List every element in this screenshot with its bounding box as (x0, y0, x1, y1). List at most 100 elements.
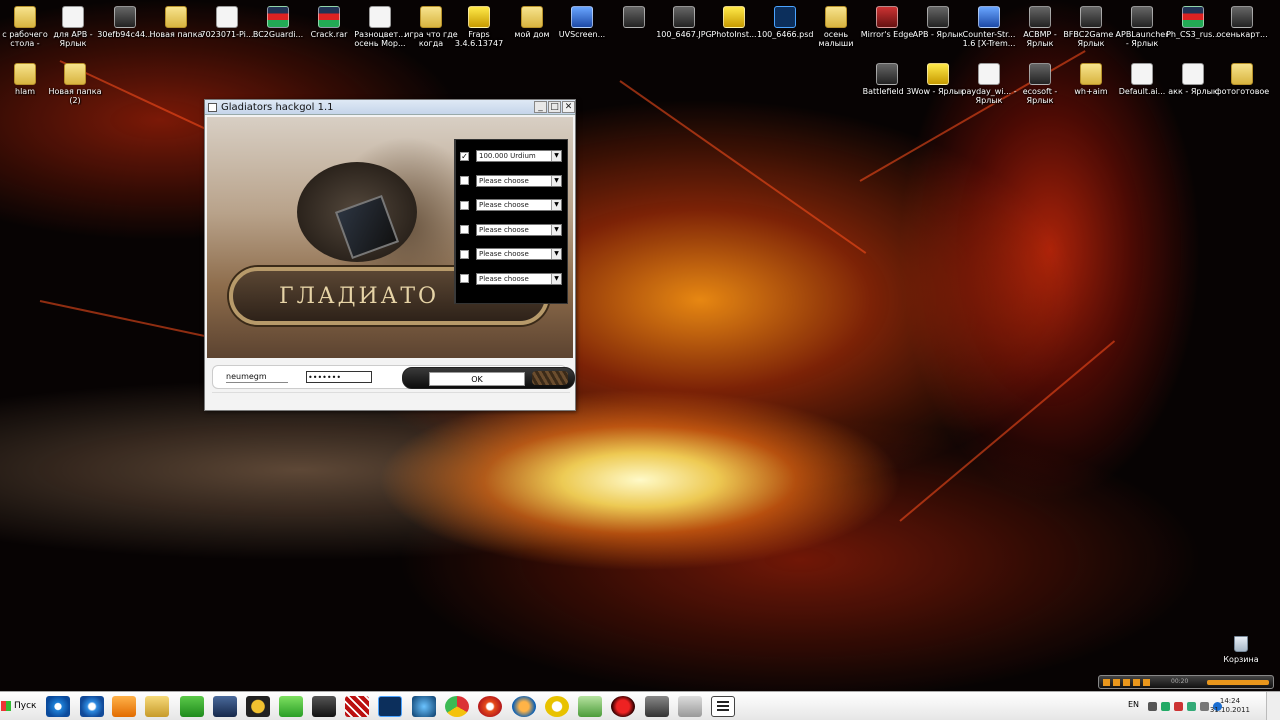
taskbar-screen-icon[interactable] (213, 696, 237, 717)
taskbar-red-app-icon[interactable] (611, 696, 635, 717)
desktop-icon[interactable]: APBLauncher - Ярлык (1114, 2, 1170, 48)
desktop-icon[interactable]: акк - Ярлык (1165, 59, 1221, 96)
tray-app-icon[interactable] (1174, 702, 1183, 711)
desktop-icon[interactable]: hlam (0, 59, 53, 96)
minimize-button[interactable]: _ (534, 100, 547, 113)
option-dropdown[interactable]: Please choose ▼ (476, 223, 562, 236)
taskbar-hack-window-button[interactable] (711, 696, 735, 717)
taskbar-media-player-icon[interactable] (112, 696, 136, 717)
chevron-down-icon[interactable]: ▼ (551, 151, 561, 161)
taskbar-firefox-icon[interactable] (512, 696, 536, 717)
close-button[interactable]: ✕ (562, 100, 575, 113)
desktop-icon[interactable]: ACBMP - Ярлык (1012, 2, 1068, 48)
option-dropdown[interactable]: 100.000 Urdium ▼ (476, 150, 562, 162)
tray-arrow-icon[interactable] (1148, 702, 1157, 711)
taskbar-chrome-icon[interactable] (445, 696, 469, 717)
desktop-icon[interactable]: осень малыши (808, 2, 864, 48)
username-field[interactable]: neumegm (226, 371, 288, 383)
taskbar-recycle-app-icon[interactable] (578, 696, 602, 717)
language-indicator[interactable]: EN (1128, 700, 1139, 709)
option-checkbox[interactable] (460, 274, 469, 283)
recycle-bin[interactable]: Корзина (1218, 636, 1264, 664)
desktop-icon[interactable]: Counter-Str... 1.6 [X-Trem... (961, 2, 1017, 48)
taskbar-app-icon[interactable] (645, 696, 669, 717)
taskbar-photoshop-icon[interactable] (378, 696, 402, 717)
media-progress[interactable] (1207, 680, 1269, 685)
desktop-icon[interactable]: PhotoInst... (706, 2, 762, 39)
option-dropdown[interactable]: Please choose ▼ (476, 199, 562, 211)
chevron-down-icon[interactable]: ▼ (551, 175, 561, 186)
taskbar-mirrors-edge-icon[interactable] (345, 696, 369, 717)
taskbar-utorrent-icon[interactable] (180, 696, 204, 717)
desktop-icon[interactable]: BC2Guardi... (250, 2, 306, 39)
desktop-icon[interactable]: 100_6466.psd (757, 2, 813, 39)
media-next-icon[interactable] (1143, 679, 1150, 686)
show-desktop-button[interactable] (1266, 692, 1280, 720)
desktop-icon[interactable]: APB - Ярлык (910, 2, 966, 39)
desktop-icon[interactable]: ecosoft - Ярлык (1012, 59, 1068, 105)
chevron-down-icon[interactable]: ▼ (551, 249, 561, 259)
desktop-icon[interactable]: BFBC2Game - Ярлык (1063, 2, 1119, 48)
desktop-icon[interactable]: Новая папка (2) (47, 59, 103, 105)
taskbar-green-app-icon[interactable] (279, 696, 303, 717)
option-checkbox[interactable] (460, 176, 469, 185)
option-dropdown[interactable]: Please choose ▼ (476, 272, 562, 285)
desktop-icon[interactable]: Fraps 3.4.6.13747 (451, 2, 507, 48)
tray-volume-icon[interactable] (1200, 702, 1209, 711)
desktop-icon[interactable]: для APB - Ярлык (45, 2, 101, 48)
option-checkbox[interactable] (460, 225, 469, 234)
desktop-icon[interactable]: UVScreen... (554, 2, 610, 39)
desktop-icon[interactable]: Mirror's Edge (859, 2, 915, 39)
taskbar-aimp-icon[interactable] (545, 696, 569, 717)
option-dropdown[interactable]: Please choose ▼ (476, 174, 562, 187)
desktop-icon[interactable]: мой дом (504, 2, 560, 39)
desktop-icon[interactable]: wh+aim (1063, 59, 1119, 96)
desktop-icon[interactable]: Разноцвет... осень Мор... (352, 2, 408, 48)
desktop-icon[interactable]: Default.ai... (1114, 59, 1170, 96)
clock[interactable]: 14:24 31.10.2011 (1210, 697, 1250, 715)
taskbar-opera-icon[interactable] (478, 696, 502, 717)
desktop-icon[interactable] (606, 2, 662, 30)
tray-network-icon[interactable] (1161, 702, 1170, 711)
option-checkbox[interactable]: ✓ (460, 151, 469, 161)
desktop-icon[interactable]: 100_6467.JPG (656, 2, 712, 39)
desktop-icon[interactable]: Crack.rar (301, 2, 357, 39)
taskbar-ie-icon[interactable] (80, 696, 104, 717)
option-dropdown[interactable]: Please choose ▼ (476, 248, 562, 260)
chevron-down-icon[interactable]: ▼ (551, 200, 561, 210)
media-prev-icon[interactable] (1103, 679, 1110, 686)
chevron-down-icon[interactable]: ▼ (551, 273, 561, 284)
desktop-icon[interactable]: 7023071-Pi... (199, 2, 255, 39)
desktop-icon[interactable]: payday_wi... - Ярлык (961, 59, 1017, 105)
ok-button[interactable]: OK (429, 372, 525, 386)
taskbar-stocks-icon[interactable] (312, 696, 336, 717)
desktop-icon[interactable]: Wow - Ярлык (910, 59, 966, 96)
option-checkbox[interactable] (460, 200, 469, 210)
media-player-toolbar[interactable]: 00:20 (1098, 675, 1274, 689)
media-pause-icon[interactable] (1123, 679, 1130, 686)
desktop-icon[interactable]: Battlefield 3 (859, 59, 915, 96)
taskbar-game-icon[interactable] (246, 696, 270, 717)
desktop-icon[interactable]: осенькарт... (1214, 2, 1270, 39)
media-play-icon[interactable] (1113, 679, 1120, 686)
wow-icon (927, 63, 949, 85)
taskbar-explorer-icon[interactable] (145, 696, 169, 717)
desktop-icon-label: Battlefield 3 (862, 87, 912, 96)
window-titlebar[interactable]: Gladiators hackgol 1.1 _ □ ✕ (205, 100, 575, 115)
status-bar (212, 392, 570, 407)
desktop-icon[interactable]: Новая папка (148, 2, 204, 39)
taskbar-globe-icon[interactable] (412, 696, 436, 717)
desktop-icon[interactable]: 30efb94c44... (97, 2, 153, 39)
desktop-icon[interactable]: фотоготовое (1214, 59, 1270, 96)
media-stop-icon[interactable] (1133, 679, 1140, 686)
maximize-button[interactable]: □ (548, 100, 561, 113)
option-checkbox[interactable] (460, 249, 469, 259)
start-button[interactable]: Пуск (1, 696, 37, 716)
desktop-icon[interactable]: Ph_CS3_rus... (1165, 2, 1221, 39)
password-field[interactable]: ••••••• (306, 371, 372, 383)
chevron-down-icon[interactable]: ▼ (551, 224, 561, 235)
taskbar-settings-icon[interactable] (678, 696, 702, 717)
taskbar-browser-icon[interactable] (46, 696, 70, 717)
image-file-icon (1231, 6, 1253, 28)
tray-update-icon[interactable] (1187, 702, 1196, 711)
